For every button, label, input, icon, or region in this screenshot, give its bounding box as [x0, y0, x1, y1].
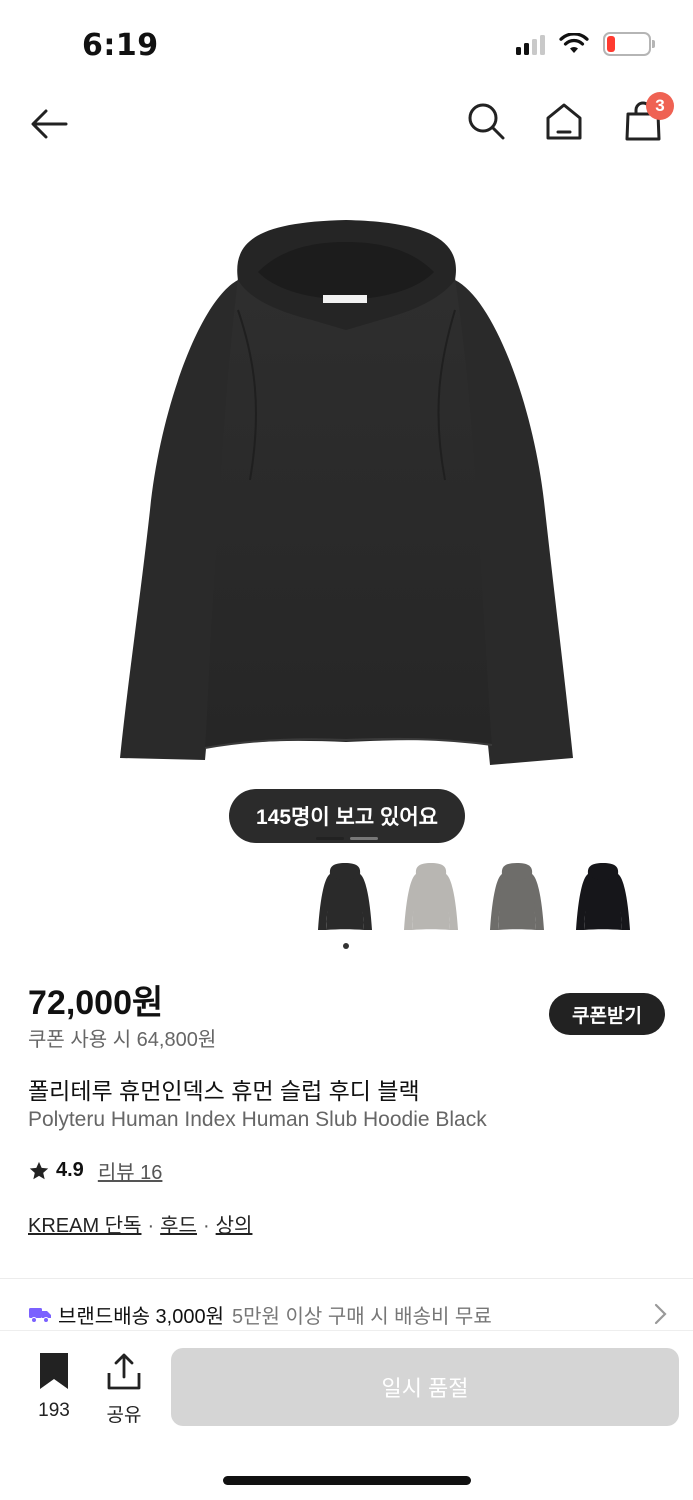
search-icon	[468, 103, 505, 140]
image-pager	[316, 837, 378, 840]
bookmark-icon	[40, 1353, 68, 1389]
chevron-right-icon	[654, 1303, 667, 1325]
search-button[interactable]	[463, 98, 509, 144]
bookmark-count: 193	[38, 1400, 70, 1421]
hoodie-thumbnail	[490, 863, 544, 930]
hoodie-image	[120, 220, 573, 765]
tag-separator: ·	[147, 1215, 155, 1237]
hoodie-thumbnail	[318, 863, 372, 930]
divider	[0, 1278, 693, 1279]
category-tags: KREAM 단독 · 후드 · 상의	[28, 1209, 252, 1238]
rating-score: 4.9	[56, 1159, 84, 1181]
color-variant-charcoal[interactable]	[482, 860, 552, 940]
product-title-ko: 폴리테루 휴먼인덱스 휴먼 슬럽 후디 블랙	[28, 1078, 420, 1104]
star-icon	[29, 1161, 49, 1179]
bottom-action-bar: 193 공유 일시 품절	[0, 1330, 693, 1500]
viewing-count-pill: 145명이 보고 있어요	[229, 789, 465, 843]
hoodie-thumbnail	[404, 863, 458, 930]
shipping-fee: 브랜드배송 3,000원	[58, 1305, 225, 1328]
rating-row: 4.9 리뷰 16	[28, 1156, 162, 1185]
hoodie-thumbnail	[576, 863, 630, 930]
shipping-note: 5만원 이상 구매 시 배송비 무료	[232, 1305, 492, 1328]
home-icon	[546, 103, 582, 140]
bookmark-button[interactable]: 193	[32, 1351, 76, 1422]
shipping-row[interactable]: 브랜드배송 3,000원 5만원 이상 구매 시 배송비 무료	[28, 1298, 668, 1330]
signal-icon	[516, 33, 545, 55]
color-variant-black[interactable]	[310, 860, 380, 940]
share-icon	[107, 1353, 141, 1390]
battery-icon	[603, 32, 655, 56]
review-link[interactable]: 리뷰 16	[98, 1156, 163, 1185]
share-button[interactable]: 공유	[102, 1351, 146, 1427]
product-image[interactable]	[0, 180, 693, 860]
tag-separator: ·	[202, 1215, 210, 1237]
status-icons	[516, 32, 655, 56]
status-bar: 6:19	[0, 0, 693, 90]
coupon-button[interactable]: 쿠폰받기	[549, 993, 665, 1035]
home-indicator	[223, 1476, 471, 1485]
back-button[interactable]	[26, 100, 74, 148]
tag-top[interactable]: 상의	[216, 1215, 253, 1237]
status-time: 6:19	[82, 28, 159, 63]
cart-count-badge: 3	[646, 92, 674, 120]
share-label: 공유	[106, 1405, 142, 1426]
truck-icon	[29, 1308, 51, 1323]
tag-kream-exclusive[interactable]: KREAM 단독	[28, 1215, 141, 1237]
coupon-price: 쿠폰 사용 시 64,800원	[28, 1029, 217, 1051]
product-title-en: Polyteru Human Index Human Slub Hoodie B…	[28, 1108, 487, 1131]
wifi-icon	[559, 33, 589, 53]
back-arrow-icon	[31, 109, 68, 139]
soldout-button[interactable]: 일시 품절	[171, 1348, 679, 1426]
selected-variant-dot	[343, 943, 349, 949]
color-variant-light-gray[interactable]	[396, 860, 466, 940]
color-variant-navy-black[interactable]	[568, 860, 638, 940]
top-nav: 3	[0, 90, 693, 160]
home-button[interactable]	[541, 98, 587, 144]
cart-button[interactable]: 3	[620, 92, 674, 144]
product-price: 72,000원	[28, 984, 164, 1022]
color-variants	[310, 860, 638, 940]
tag-hood[interactable]: 후드	[160, 1215, 197, 1237]
